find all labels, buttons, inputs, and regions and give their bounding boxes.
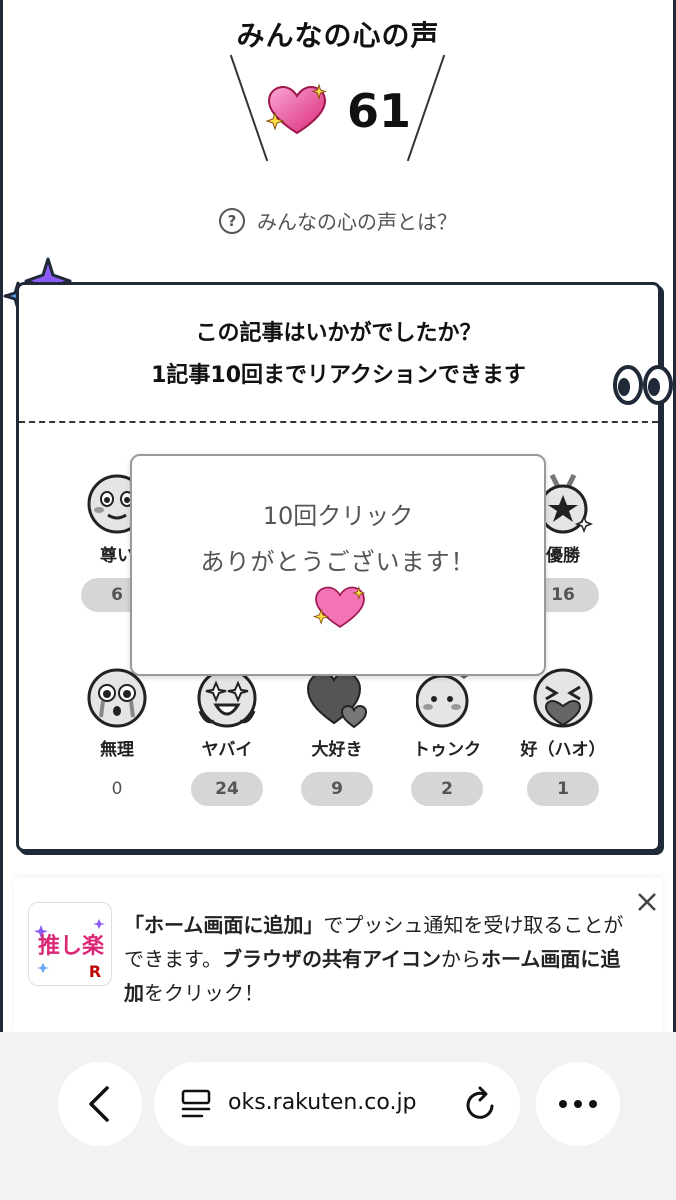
- add-to-home-banner: 推し楽 R 「ホーム画面に追加」でプッシュ通知を受け取ることができます。ブラウザ…: [14, 878, 662, 1038]
- sparkling-heart-icon: [312, 585, 366, 628]
- question-circle-icon: ?: [219, 207, 245, 234]
- app-logo-text: 推し楽: [38, 933, 105, 959]
- browser-toolbar: oks.rakuten.co.jp: [0, 1032, 676, 1200]
- blushing-face-icon: [416, 667, 472, 728]
- card-divider: [19, 421, 658, 423]
- reaction-count-badge: 2: [411, 772, 483, 806]
- sparkling-heart-icon: [265, 83, 327, 135]
- reaction-muri[interactable]: 無理 0: [63, 667, 171, 806]
- reaction-count-badge: 24: [191, 772, 263, 806]
- reaction-yabai[interactable]: ヤバイ 24: [173, 667, 281, 806]
- push-text-3: をクリック！: [144, 981, 264, 1005]
- reaction-count-badge: 9: [301, 772, 373, 806]
- push-text-2: から: [441, 947, 481, 971]
- page-border-left: [0, 0, 3, 1200]
- thanks-popup: 10回クリック ありがとうございます！: [130, 454, 546, 676]
- app-logo: 推し楽 R: [28, 902, 112, 986]
- more-dots-icon: [559, 1100, 597, 1108]
- crying-face-icon: [87, 668, 147, 728]
- two-hearts-icon: [306, 671, 368, 729]
- reaction-tounku[interactable]: トゥンク 2: [393, 667, 501, 806]
- reader-mode-icon[interactable]: [180, 1088, 212, 1120]
- push-highlight-2: ブラウザの共有アイコン: [222, 947, 441, 971]
- url-text: oks.rakuten.co.jp: [228, 1090, 417, 1115]
- squinting-face-heart-icon: [533, 668, 593, 728]
- close-icon: [638, 893, 656, 911]
- star-struck-face-icon: [197, 668, 257, 728]
- reaction-count-badge: 0: [111, 779, 123, 799]
- about-link[interactable]: ? みんなの心の声とは？: [0, 206, 676, 235]
- reaction-label: ヤバイ: [201, 740, 253, 760]
- more-button[interactable]: [536, 1062, 620, 1146]
- reaction-daisuki[interactable]: 大好き 9: [283, 667, 391, 806]
- reaction-count-badge: 1: [527, 772, 599, 806]
- chevron-left-icon: [89, 1086, 109, 1122]
- eyes-decoration-icon: [613, 365, 673, 405]
- total-count-value: 61: [346, 84, 411, 138]
- card-question: この記事はいかがでしたか？: [195, 321, 482, 346]
- total-reaction-count: 61: [0, 76, 676, 146]
- svg-text:R: R: [89, 962, 101, 981]
- reaction-label: 大好き: [311, 740, 363, 760]
- reaction-label: トゥンク: [413, 740, 481, 760]
- popup-line-2: ありがとうございます！: [200, 548, 476, 576]
- back-button[interactable]: [58, 1062, 142, 1146]
- reaction-label: 好（ハオ）: [520, 740, 606, 760]
- reaction-label: 無理: [100, 740, 134, 760]
- page-title: みんなの心の声: [236, 19, 440, 52]
- card-subtitle: 1記事10回までリアクションできます: [151, 363, 526, 388]
- reload-icon[interactable]: [464, 1086, 498, 1122]
- about-link-label: みんなの心の声とは？: [257, 210, 457, 234]
- push-banner-text: 「ホーム画面に追加」でプッシュ通知を受け取ることができます。ブラウザの共有アイコ…: [124, 908, 634, 1010]
- push-highlight-1: 「ホーム画面に追加」: [124, 913, 324, 937]
- reaction-hao[interactable]: 好（ハオ） 1: [509, 667, 617, 806]
- popup-line-1: 10回クリック: [262, 502, 414, 530]
- address-bar[interactable]: oks.rakuten.co.jp: [154, 1062, 520, 1146]
- close-banner-button[interactable]: [634, 890, 660, 916]
